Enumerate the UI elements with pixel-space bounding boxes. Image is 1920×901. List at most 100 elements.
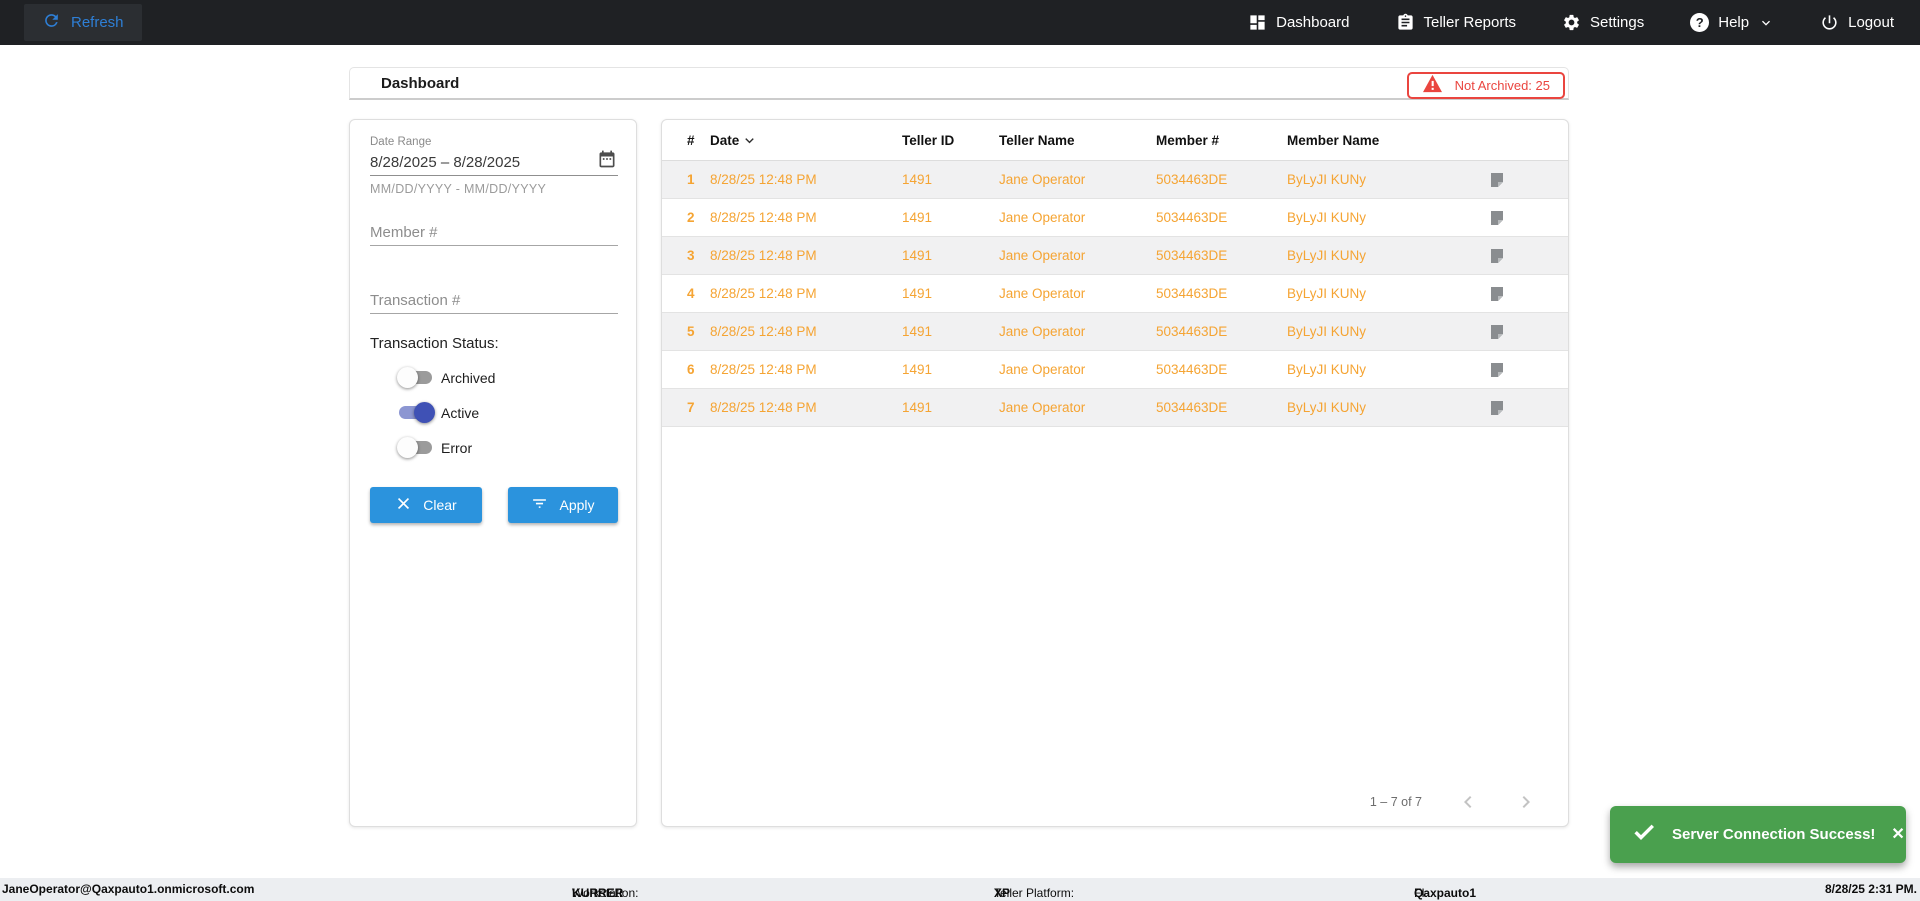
table-row[interactable]: 2 8/28/25 12:48 PM 1491 Jane Operator 503446… [662, 199, 1568, 237]
cell-member-number: 5034463DE [1156, 362, 1228, 377]
power-icon [1820, 13, 1839, 32]
nav-item-settings[interactable]: Settings [1562, 13, 1644, 32]
nav-item-label: Logout [1848, 14, 1894, 31]
toggle-row-error[interactable]: Error [397, 436, 495, 459]
column-header-teller-id[interactable]: Teller ID [902, 133, 999, 148]
cell-row-number: 7 [687, 400, 695, 415]
cell-member-number: 5034463DE [1156, 400, 1228, 415]
column-header-date[interactable]: Date [710, 129, 902, 152]
nav-item-label: Dashboard [1276, 14, 1350, 31]
table-header: # Date Teller ID Teller Name Member # Me… [662, 120, 1568, 161]
cell-member-name: ByLyJI KUNy [1287, 210, 1367, 225]
note-icon[interactable] [1489, 248, 1568, 264]
table-row[interactable]: 7 8/28/25 12:48 PM 1491 Jane Operator 503446… [662, 389, 1568, 427]
nav-item-help[interactable]: ? Help [1690, 13, 1774, 32]
transaction-number-input[interactable] [370, 288, 618, 314]
cell-row-number: 4 [687, 286, 695, 301]
transactions-table-card: # Date Teller ID Teller Name Member # Me… [661, 119, 1569, 827]
clear-button[interactable]: Clear [370, 487, 482, 523]
table-row[interactable]: 4 8/28/25 12:48 PM 1491 Jane Operator 503446… [662, 275, 1568, 313]
cell-teller-name: Jane Operator [999, 210, 1086, 225]
nav-item-logout[interactable]: Logout [1820, 13, 1894, 32]
toggle-label: Active [441, 404, 480, 421]
table-row[interactable]: 1 8/28/25 12:48 PM 1491 Jane Operator 503446… [662, 161, 1568, 199]
column-header-number[interactable]: # [687, 133, 710, 148]
table-body: 1 8/28/25 12:48 PM 1491 Jane Operator 503446… [662, 161, 1568, 427]
cell-date: 8/28/25 12:48 PM [710, 210, 817, 225]
date-range-underline [370, 175, 618, 176]
calendar-icon[interactable] [596, 149, 618, 171]
nav-item-teller-reports[interactable]: Teller Reports [1396, 13, 1516, 32]
status-fi-value: Qaxpauto1 [1414, 886, 1477, 900]
column-header-member-name[interactable]: Member Name [1287, 133, 1489, 148]
note-icon[interactable] [1489, 286, 1568, 302]
cell-teller-id: 1491 [902, 362, 933, 377]
date-format-hint: MM/DD/YYYY - MM/DD/YYYY [370, 182, 547, 196]
sort-chevron-down-icon [741, 129, 758, 152]
page-title: Dashboard [381, 75, 460, 92]
refresh-label: Refresh [71, 14, 124, 31]
not-archived-badge[interactable]: Not Archived: 25 [1406, 72, 1565, 99]
column-header-member-number[interactable]: Member # [1156, 133, 1287, 148]
checkmark-icon [1632, 820, 1656, 849]
cell-teller-name: Jane Operator [999, 400, 1086, 415]
active-toggle[interactable] [399, 402, 435, 423]
toggle-knob [414, 402, 435, 423]
date-range-label: Date Range [370, 136, 432, 148]
toast-close-icon[interactable]: ✕ [1891, 826, 1904, 843]
cell-member-name: ByLyJI KUNy [1287, 172, 1367, 187]
filter-icon [531, 495, 548, 515]
date-range-input[interactable] [370, 150, 588, 174]
note-icon[interactable] [1489, 210, 1568, 226]
note-icon[interactable] [1489, 172, 1568, 188]
member-number-input[interactable] [370, 220, 618, 246]
cell-row-number: 1 [687, 172, 695, 187]
note-icon[interactable] [1489, 400, 1568, 416]
nav-item-dashboard[interactable]: Dashboard [1248, 13, 1350, 32]
error-toggle[interactable] [397, 437, 432, 458]
toggle-label: Error [441, 439, 473, 456]
transaction-status-label: Transaction Status: [370, 335, 499, 352]
toggle-knob [397, 367, 418, 388]
cell-teller-id: 1491 [902, 210, 933, 225]
cell-member-name: ByLyJI KUNy [1287, 400, 1367, 415]
title-bar: Dashboard Not Archived: 25 [349, 67, 1569, 100]
cell-member-name: ByLyJI KUNy [1287, 286, 1367, 301]
server-connection-toast: Server Connection Success! ✕ [1610, 806, 1906, 863]
previous-page-button[interactable] [1456, 790, 1480, 814]
column-header-teller-name[interactable]: Teller Name [999, 133, 1156, 148]
help-icon: ? [1690, 13, 1710, 32]
cell-member-number: 5034463DE [1156, 248, 1228, 263]
apply-button-label: Apply [559, 497, 595, 513]
toggle-row-archived[interactable]: Archived [397, 366, 496, 389]
refresh-button[interactable]: Refresh [24, 4, 142, 41]
table-row[interactable]: 6 8/28/25 12:48 PM 1491 Jane Operator 503446… [662, 351, 1568, 389]
dashboard-icon [1248, 13, 1267, 32]
toggle-label: Archived [441, 369, 496, 386]
navbar-menu: Dashboard Teller Reports Settings ? Help [1248, 13, 1894, 32]
toggle-row-active[interactable]: Active [399, 401, 495, 424]
cell-date: 8/28/25 12:48 PM [710, 248, 817, 263]
cell-teller-name: Jane Operator [999, 324, 1086, 339]
warning-triangle-icon [1422, 74, 1443, 98]
filter-panel: Date Range MM/DD/YYYY - MM/DD/YYYY Trans… [349, 119, 637, 827]
note-icon[interactable] [1489, 324, 1568, 340]
next-page-button[interactable] [1514, 790, 1538, 814]
cell-member-number: 5034463DE [1156, 286, 1228, 301]
note-icon[interactable] [1489, 362, 1568, 378]
x-mark-icon [395, 495, 412, 515]
cell-date: 8/28/25 12:48 PM [710, 400, 817, 415]
cell-teller-id: 1491 [902, 172, 933, 187]
table-row[interactable]: 5 8/28/25 12:48 PM 1491 Jane Operator 503446… [662, 313, 1568, 351]
cell-teller-id: 1491 [902, 400, 933, 415]
cell-teller-name: Jane Operator [999, 248, 1086, 263]
cell-row-number: 6 [687, 362, 695, 377]
archived-toggle[interactable] [397, 367, 432, 388]
apply-button[interactable]: Apply [508, 487, 618, 523]
cell-date: 8/28/25 12:48 PM [710, 324, 817, 339]
table-row[interactable]: 3 8/28/25 12:48 PM 1491 Jane Operator 503446… [662, 237, 1568, 275]
status-user: JaneOperator@Qaxpauto1.onmicrosoft.com [2, 882, 255, 896]
cell-teller-name: Jane Operator [999, 362, 1086, 377]
cell-teller-id: 1491 [902, 324, 933, 339]
cell-teller-id: 1491 [902, 286, 933, 301]
